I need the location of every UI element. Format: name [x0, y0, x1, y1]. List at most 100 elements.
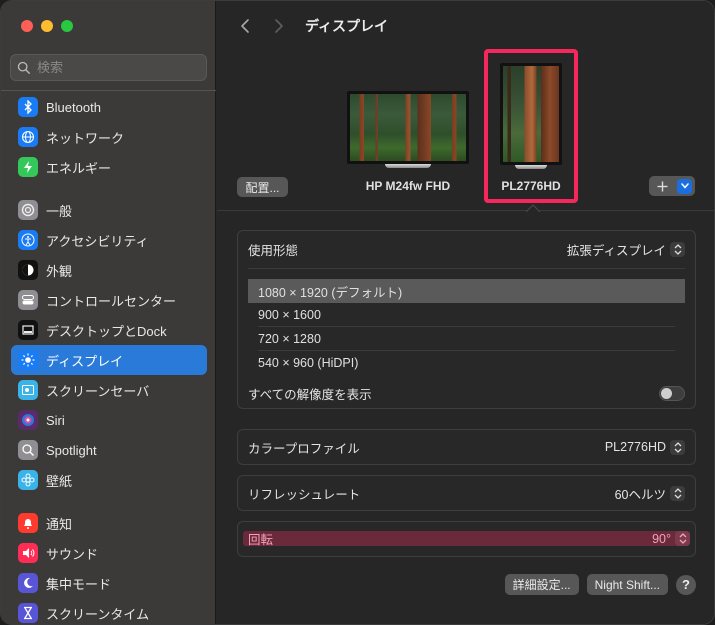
sidebar-item-label: スクリーンタイム: [46, 606, 150, 622]
refresh-rate-label: リフレッシュレート: [248, 487, 361, 502]
sidebar-item-label: 外観: [46, 263, 73, 279]
sidebar: Bluetooth ネットワークエネルギー一般アクセシビリティ外観コントロールセン…: [1, 1, 216, 624]
screensaver-icon: [18, 380, 38, 400]
sidebar-item-label: 集中モード: [46, 576, 112, 592]
rotation-popup[interactable]: 90°: [652, 531, 690, 546]
sidebar-item-label: デスクトップとDock: [46, 323, 167, 339]
monitor-label: HP M24fw FHD: [365, 179, 451, 193]
search-field[interactable]: [10, 54, 207, 81]
sidebar-section-gap: [11, 495, 207, 508]
accessibility-icon: [18, 230, 38, 250]
sidebar-item-label: ディスプレイ: [46, 353, 124, 369]
bolt-icon: [18, 157, 38, 177]
chevron-right-icon: [275, 19, 283, 33]
monitor-pl2776hd[interactable]: [500, 63, 562, 169]
show-all-resolutions-toggle[interactable]: [659, 385, 685, 401]
back-button[interactable]: [233, 14, 257, 38]
sidebar-item-bell[interactable]: 通知: [11, 508, 207, 538]
sidebar-item-label: 壁紙: [46, 473, 73, 489]
bell-icon: [18, 513, 38, 533]
advanced-settings-button[interactable]: 詳細設定...: [504, 574, 579, 595]
sidebar-item-dock[interactable]: デスクトップとDock: [11, 315, 207, 345]
add-display-popup[interactable]: [649, 176, 695, 196]
sidebar-item-magnifier[interactable]: Spotlight: [11, 435, 207, 465]
rotation-row[interactable]: 回転 90°: [243, 531, 690, 547]
sidebar-item-label: Spotlight: [46, 442, 97, 458]
sidebar-nav: Bluetooth ネットワークエネルギー一般 アクセシビリティ外観コントロールセン…: [11, 92, 207, 624]
sidebar-item-label: Bluetooth: [46, 99, 101, 115]
wallpaper-thumbnail: [503, 66, 559, 162]
resolution-option[interactable]: 1080 × 1920 (デフォルト): [248, 279, 685, 303]
arrange-button[interactable]: 配置...: [237, 177, 288, 197]
flower-icon: [18, 470, 38, 490]
toolbar: ディスプレイ: [217, 1, 714, 51]
sidebar-item-accessibility[interactable]: アクセシビリティ: [11, 225, 207, 255]
selection-pointer-icon: [526, 204, 540, 213]
sidebar-item-moon[interactable]: 集中モード: [11, 568, 207, 598]
usage-row: 使用形態 拡張ディスプレイ: [238, 231, 695, 268]
resolution-group: 使用形態 拡張ディスプレイ 1080 × 1920 (デフォルト) 900 × 1…: [237, 230, 696, 409]
forward-button[interactable]: [267, 14, 291, 38]
resolution-option[interactable]: 900 × 1600: [248, 303, 685, 327]
show-all-resolutions-row: すべての解像度を表示: [238, 377, 695, 409]
sidebar-item-speaker[interactable]: サウンド: [11, 538, 207, 568]
sidebar-item-flower[interactable]: 壁紙: [11, 465, 207, 495]
sidebar-item-siri[interactable]: Siri: [11, 405, 207, 435]
chevron-down-icon: [680, 183, 689, 189]
siri-icon: [18, 410, 38, 430]
globe-icon: [18, 127, 38, 147]
dock-icon: [18, 320, 38, 340]
close-window-button[interactable]: [21, 20, 33, 32]
system-settings-window: Bluetooth ネットワークエネルギー一般アクセシビリティ外観コントロールセン…: [0, 0, 715, 625]
refresh-rate-group: リフレッシュレート 60ヘルツ: [237, 475, 696, 511]
rotation-value: 90°: [652, 531, 671, 546]
up-down-chevron-icon: [670, 485, 685, 501]
chevron-left-icon: [241, 19, 249, 33]
sidebar-item-appearance[interactable]: 外観: [11, 255, 207, 285]
sidebar-item-globe[interactable]: ネットワーク: [11, 122, 207, 152]
help-button[interactable]: ?: [676, 574, 696, 595]
add-display-button[interactable]: [649, 176, 675, 196]
resolution-list: 1080 × 1920 (デフォルト) 900 × 1600 720 × 1280 5…: [248, 268, 685, 375]
color-profile-value: PL2776HD: [604, 440, 666, 454]
refresh-rate-popup[interactable]: 60ヘルツ: [615, 484, 685, 503]
color-profile-row: カラープロファイル PL2776HD: [238, 430, 695, 464]
main-panel: ディスプレイ HP M24fw FHD PL2776HD 配置... 使用形態 …: [217, 1, 714, 624]
sidebar-item-hourglass[interactable]: スクリーンタイム: [11, 598, 207, 624]
sidebar-item-label: コントロールセンター: [46, 293, 177, 309]
sidebar-item-label: ネットワーク: [46, 130, 125, 146]
page-title: ディスプレイ: [305, 18, 389, 34]
sidebar-item-screensaver[interactable]: スクリーンセーバ: [11, 375, 207, 405]
add-display-menu-button[interactable]: [677, 178, 692, 194]
night-shift-button[interactable]: Night Shift...: [586, 574, 668, 595]
sidebar-item-gear[interactable]: 一般: [11, 195, 207, 225]
sidebar-item-bluetooth[interactable]: Bluetooth: [11, 92, 207, 122]
search-icon: [17, 61, 30, 74]
gear-icon: [18, 200, 38, 220]
hourglass-icon: [18, 603, 38, 623]
sidebar-section-gap: [11, 182, 207, 195]
search-input[interactable]: [37, 60, 197, 75]
color-profile-label: カラープロファイル: [248, 441, 360, 456]
monitor-stand: [385, 164, 431, 168]
zoom-window-button[interactable]: [61, 20, 73, 32]
usage-popup[interactable]: 拡張ディスプレイ: [567, 240, 685, 259]
footer-actions: 詳細設定... Night Shift... ?: [504, 574, 696, 595]
sidebar-item-control-center[interactable]: コントロールセンター: [11, 285, 207, 315]
sidebar-item-sun[interactable]: ディスプレイ: [11, 345, 207, 375]
sun-icon: [18, 350, 38, 370]
color-profile-popup[interactable]: PL2776HD: [604, 439, 685, 455]
control-center-icon: [18, 290, 38, 310]
minimize-window-button[interactable]: [41, 20, 53, 32]
show-all-resolutions-label: すべての解像度を表示: [248, 387, 372, 402]
resolution-option[interactable]: 720 × 1280: [248, 327, 685, 351]
plus-icon: [657, 181, 667, 191]
bluetooth-icon: [18, 97, 38, 117]
rotation-group: 回転 90°: [237, 521, 696, 557]
monitor-hp-m24fw[interactable]: [347, 91, 469, 168]
sidebar-item-bolt[interactable]: エネルギー: [11, 152, 207, 182]
resolution-option[interactable]: 540 × 960 (HiDPI): [248, 351, 685, 375]
appearance-icon: [18, 260, 38, 280]
wallpaper-thumbnail: [350, 94, 466, 161]
sidebar-item-label: サウンド: [46, 546, 99, 562]
